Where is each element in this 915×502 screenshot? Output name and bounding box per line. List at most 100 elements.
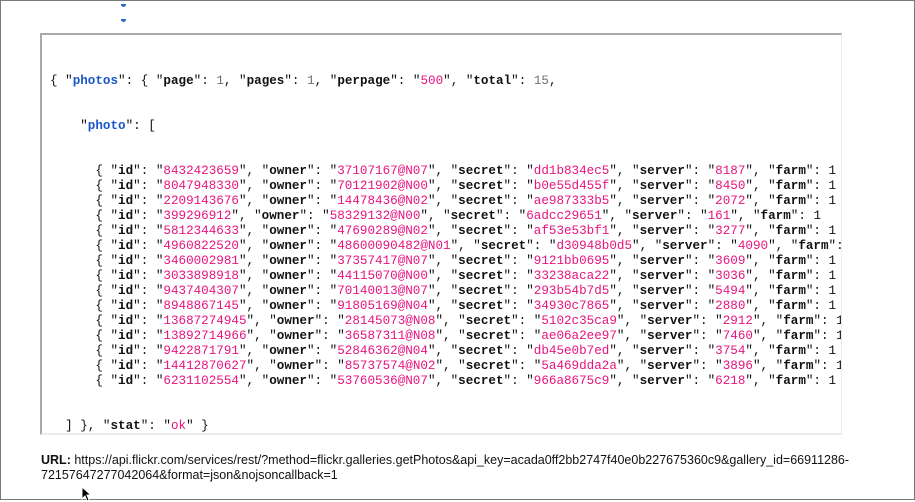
photo-secret: db45e0b7ed [533,344,610,358]
photo-id: 3033898918 [163,269,239,283]
photo-server: 2072 [715,194,746,208]
json-key-photos: photos [72,74,119,88]
photo-row: { "id": "3460002981", "owner": "37357417… [50,254,837,268]
photo-owner: 70121902@N00 [337,179,428,193]
photo-farm-key: farm [775,224,806,238]
photo-owner: 58329132@N00 [329,209,421,223]
photo-row: { "id": "399296912", "owner": "58329132@… [50,209,822,223]
json-key-photo: photo [87,119,126,133]
json-value-perpage: 500 [420,74,444,88]
photo-farm-key: farm [775,164,806,178]
photo-secret: 966a8675c9 [533,374,610,388]
photo-owner: 28145073@N08 [344,314,436,328]
photo-id: 8047948330 [163,179,239,193]
photo-id: 399296912 [163,209,232,223]
photo-id: 9422871791 [163,344,239,358]
photo-server: 8187 [715,164,746,178]
photo-owner: 85737574@N02 [344,359,436,373]
photo-server: 3896 [722,359,753,373]
photo-id: 5812344633 [163,224,239,238]
photo-secret: ae06a2ee97 [541,329,617,343]
photo-id: 14412870627 [163,359,247,373]
photo-server: 8450 [715,179,746,193]
request-url: URL: https://api.flickr.com/services/res… [41,453,861,483]
photo-farm-key: farm [775,179,806,193]
photo-farm-key: farm [775,299,806,313]
photo-row: { "id": "8948867145", "owner": "91805169… [50,299,837,313]
photo-secret: 9121bb0695 [533,254,610,268]
photo-owner: 91805169@N04 [337,299,428,313]
top-link-fragment[interactable] [121,0,201,22]
photo-row: { "id": "9422871791", "owner": "52846362… [50,344,837,358]
browser-viewport: { "photos": { "page": 1, "pages": 1, "pe… [0,0,915,502]
photo-secret: 5a469dda2a [541,359,617,373]
photo-secret: d30948b0d5 [556,239,633,253]
photo-row: { "id": "4960822520", "owner": "48600090… [50,239,841,253]
photo-owner: 52846362@N04 [337,344,428,358]
photo-row: { "id": "3033898918", "owner": "44115070… [50,269,837,283]
photo-owner: 53760536@N07 [337,374,428,388]
json-value-total: 15 [533,74,549,88]
json-key-total: total [473,74,512,88]
photo-secret: ae987333b5 [533,194,610,208]
photo-owner: 37357417@N07 [337,254,428,268]
url-label: URL: [41,453,71,467]
json-value-page: 1 [216,74,224,88]
photo-id: 8432423659 [163,164,239,178]
photo-farm-key: farm [775,344,806,358]
photo-id: 3460002981 [163,254,239,268]
json-key-page: page [163,74,194,88]
json-footer-line: ] }, "stat": "ok" } [50,419,209,433]
photo-secret: af53e53bf1 [533,224,610,238]
photo-row: { "id": "13892714966", "owner": "3658731… [50,329,842,343]
photo-row: { "id": "6231102554", "owner": "53760536… [50,374,837,388]
photo-id: 9437404307 [163,284,239,298]
photo-server: 3036 [715,269,746,283]
photo-id: 8948867145 [163,299,239,313]
json-key-perpage: perpage [337,74,391,88]
photo-id: 2209143676 [163,194,239,208]
json-key-stat: stat [110,419,141,433]
photo-server: 7460 [722,329,753,343]
photo-server: 2912 [722,314,753,328]
url-value: https://api.flickr.com/services/rest/?me… [41,453,850,482]
photo-row: { "id": "13687274945", "owner": "2814507… [50,314,842,328]
photo-id: 4960822520 [163,239,239,253]
photo-server: 161 [707,209,731,223]
json-key-pages: pages [246,74,285,88]
photo-owner: 48600090482@N01 [337,239,451,253]
photo-farm-key: farm [783,314,814,328]
photo-secret: 33238aca22 [533,269,610,283]
photo-farm-key: farm [775,374,806,388]
photo-secret: dd1b834ec5 [533,164,610,178]
photo-secret: 5102c35ca9 [541,314,617,328]
photo-row: { "id": "8432423659", "owner": "37107167… [50,164,837,178]
photo-row: { "id": "8047948330", "owner": "70121902… [50,179,837,193]
photo-farm-key: farm [783,329,814,343]
photo-row: { "id": "5812344633", "owner": "47690289… [50,224,837,238]
photo-secret: 34930c7865 [533,299,610,313]
json-value-pages: 1 [307,74,315,88]
photo-row: { "id": "9437404307", "owner": "70140013… [50,284,837,298]
json-value-stat: ok [170,419,187,433]
photo-id: 13687274945 [163,314,247,328]
photo-owner: 44115070@N00 [337,269,428,283]
json-photo-array-open: "photo": [ [50,119,156,133]
json-header-line: { "photos": { "page": 1, "pages": 1, "pe… [50,74,557,88]
photo-server: 3277 [715,224,746,238]
json-output-panel[interactable]: { "photos": { "page": 1, "pages": 1, "pe… [40,33,842,435]
photo-id: 6231102554 [163,374,239,388]
photo-farm-key: farm [783,359,814,373]
json-output-text: { "photos": { "page": 1, "pages": 1, "pe… [50,44,842,433]
photo-farm-key: farm [775,254,806,268]
photo-farm-key: farm [775,284,806,298]
photo-secret: 6adcc29651 [526,209,602,223]
photo-server: 3609 [715,254,746,268]
photo-farm-key: farm [760,209,791,223]
photo-server: 4090 [737,239,769,253]
photo-owner: 70140013@N07 [337,284,428,298]
photo-server: 6218 [715,374,746,388]
photo-farm-key: farm [775,269,806,283]
photo-owner: 14478436@N02 [337,194,428,208]
photo-secret: 293b54b7d5 [533,284,610,298]
